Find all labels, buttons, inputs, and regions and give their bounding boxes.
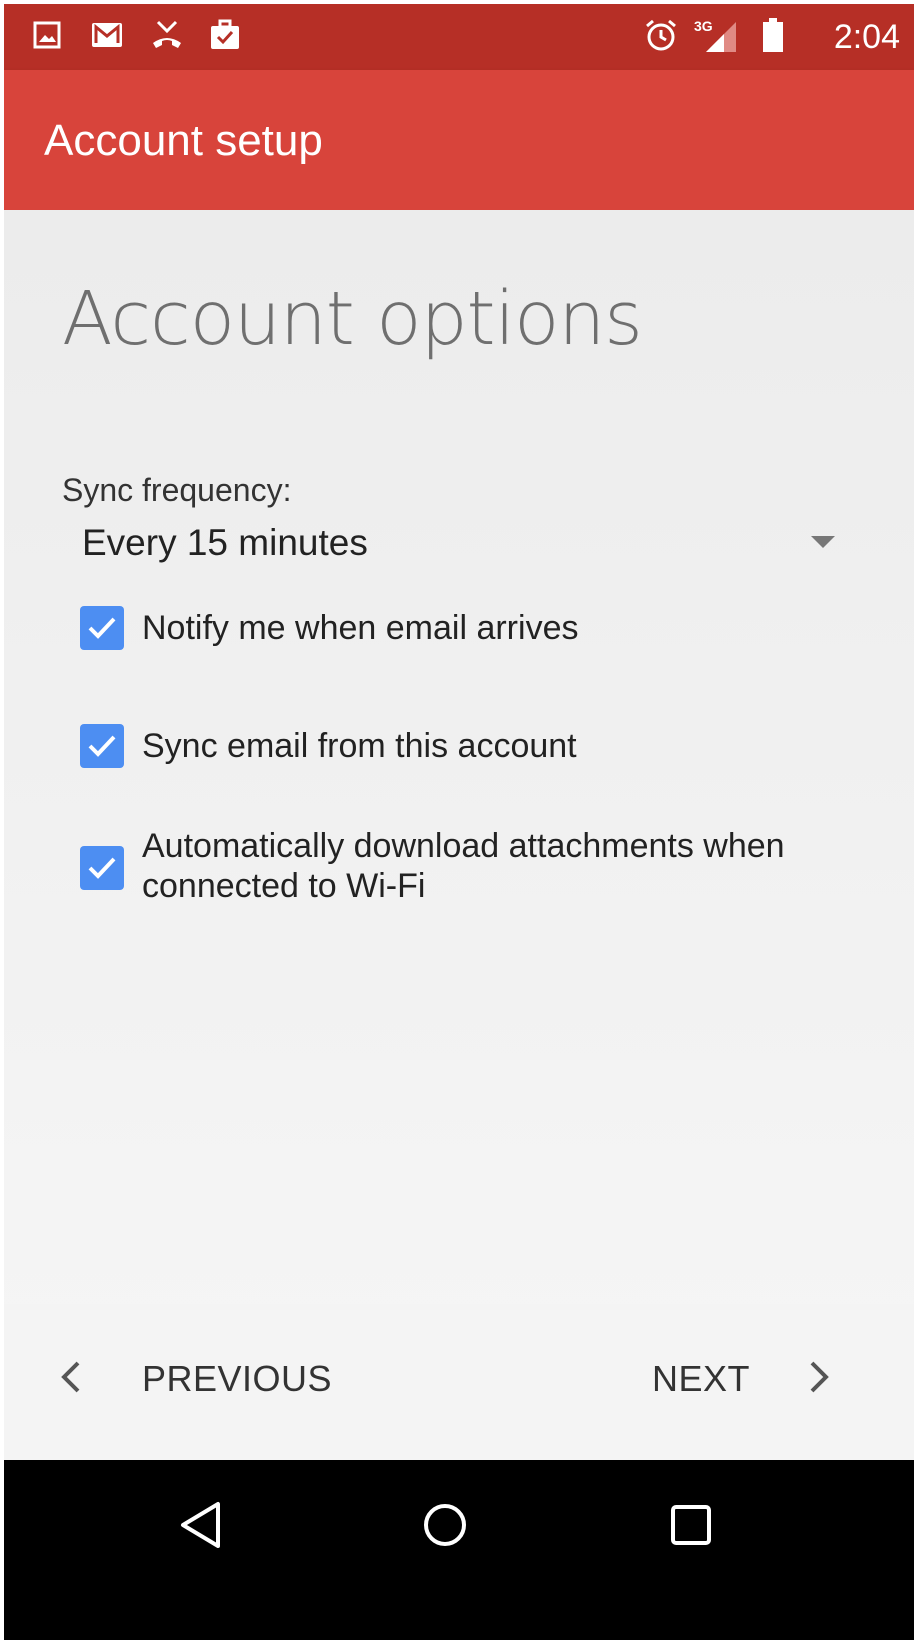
sync-frequency-dropdown[interactable]: Every 15 minutes xyxy=(74,514,844,574)
phone-screen: 3G 2:04 Account setup Account options Sy… xyxy=(4,4,914,1640)
auto-download-option-label: Automatically download attachments when … xyxy=(142,827,785,905)
clock: 2:04 xyxy=(833,18,900,56)
sync-frequency-value: Every 15 minutes xyxy=(82,522,368,563)
setup-navigation: PREVIOUS NEXT xyxy=(4,1304,914,1460)
home-icon[interactable] xyxy=(410,1490,480,1560)
briefcase-check-icon xyxy=(208,18,242,52)
checkmark-icon xyxy=(88,857,116,879)
sync-email-option-row[interactable]: Sync email from this account xyxy=(80,724,860,774)
sync-email-checkbox[interactable] xyxy=(80,724,124,768)
sync-email-option-label: Sync email from this account xyxy=(142,727,577,765)
checkmark-icon xyxy=(88,735,116,757)
sync-frequency-label: Sync frequency: xyxy=(62,472,292,508)
notify-option-row[interactable]: Notify me when email arrives xyxy=(80,606,860,656)
next-button[interactable]: NEXT xyxy=(652,1344,838,1414)
back-icon[interactable] xyxy=(166,1490,236,1560)
previous-label: PREVIOUS xyxy=(142,1358,333,1399)
notify-checkbox[interactable] xyxy=(80,606,124,650)
app-title: Account setup xyxy=(44,116,323,165)
system-navigation-bar xyxy=(4,1460,914,1640)
app-bar: Account setup xyxy=(4,70,914,210)
recents-icon[interactable] xyxy=(656,1490,726,1560)
gmail-icon xyxy=(90,18,124,52)
battery-icon xyxy=(756,18,790,52)
checkmark-icon xyxy=(88,617,116,639)
missed-call-icon xyxy=(150,18,184,52)
auto-download-checkbox[interactable] xyxy=(80,846,124,890)
page-title: Account options xyxy=(62,276,643,362)
chevron-left-icon xyxy=(60,1359,90,1400)
alarm-icon xyxy=(644,18,678,52)
notify-option-label: Notify me when email arrives xyxy=(142,609,579,647)
account-options-panel: Account options Sync frequency: Every 15… xyxy=(4,210,914,1460)
dropdown-arrow-icon xyxy=(810,534,836,550)
status-bar: 3G 2:04 xyxy=(4,4,914,70)
chevron-right-icon xyxy=(808,1359,838,1400)
signal-icon xyxy=(704,20,738,54)
next-label: NEXT xyxy=(652,1358,751,1399)
image-icon xyxy=(30,18,64,52)
auto-download-option-row[interactable]: Automatically download attachments when … xyxy=(80,824,860,914)
previous-button[interactable]: PREVIOUS xyxy=(60,1344,332,1414)
